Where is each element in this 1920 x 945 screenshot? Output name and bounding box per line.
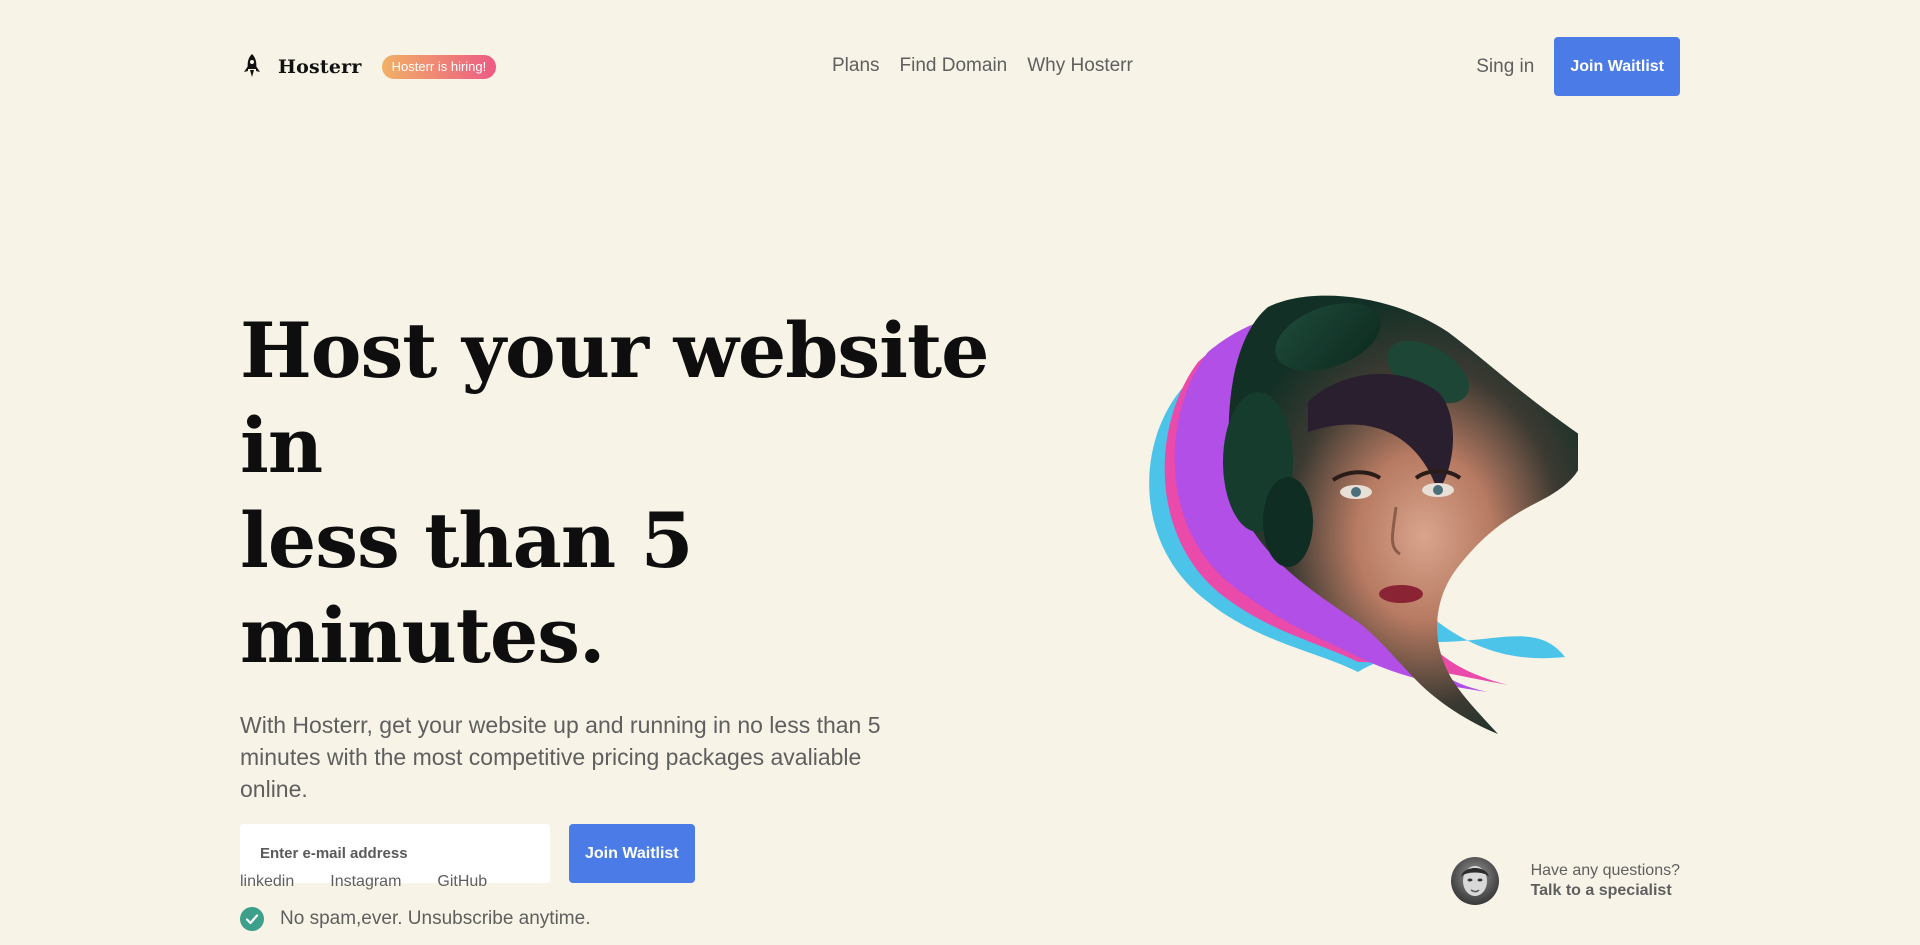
join-waitlist-header-button[interactable]: Join Waitlist — [1554, 37, 1680, 96]
no-spam-note: No spam,ever. Unsubscribe anytime. — [240, 907, 1000, 931]
top-header: Hosterr Hosterr is hiring! Plans Find Do… — [240, 37, 1680, 96]
check-circle-icon — [240, 907, 264, 931]
hiring-badge[interactable]: Hosterr is hiring! — [381, 54, 497, 79]
brand[interactable]: Hosterr Hosterr is hiring! — [240, 52, 497, 82]
talk-to-specialist-link[interactable]: Talk to a specialist — [1531, 881, 1680, 901]
hero-section: Host your website in less than 5 minutes… — [240, 303, 1000, 931]
rocket-icon — [240, 52, 264, 82]
nav-item-find-domain[interactable]: Find Domain — [900, 55, 1008, 77]
avatar — [1450, 857, 1499, 905]
hero-headline-line-2: less than 5 minutes. — [240, 496, 693, 680]
no-spam-text: No spam,ever. Unsubscribe anytime. — [280, 908, 591, 929]
hero-headline-line-1: Host your website in — [240, 306, 989, 490]
specialist-text: Have any questions? Talk to a specialist — [1531, 861, 1680, 901]
signin-link[interactable]: Sing in — [1476, 56, 1534, 78]
nav-item-plans[interactable]: Plans — [832, 55, 880, 77]
hero-illustration — [1138, 292, 1585, 742]
social-instagram[interactable]: Instagram — [330, 873, 401, 891]
landing-page: Hosterr Hosterr is hiring! Plans Find Do… — [0, 0, 1920, 945]
specialist-question: Have any questions? — [1530, 862, 1680, 879]
brand-name: Hosterr — [278, 55, 362, 78]
main-nav: Plans Find Domain Why Hosterr — [832, 55, 1133, 77]
hero-headline: Host your website in less than 5 minutes… — [240, 303, 1000, 683]
social-github[interactable]: GitHub — [437, 873, 487, 891]
hero-subtext: With Hosterr, get your website up and ru… — [240, 712, 881, 802]
join-waitlist-button[interactable]: Join Waitlist — [569, 824, 695, 883]
nav-item-why-hosterr[interactable]: Why Hosterr — [1027, 55, 1133, 77]
specialist-contact: Have any questions? Talk to a specialist — [1450, 857, 1680, 905]
social-links: linkedin Instagram GitHub — [240, 873, 487, 891]
social-linkedin[interactable]: linkedin — [240, 873, 294, 891]
header-actions: Sing in Join Waitlist — [1476, 37, 1680, 96]
